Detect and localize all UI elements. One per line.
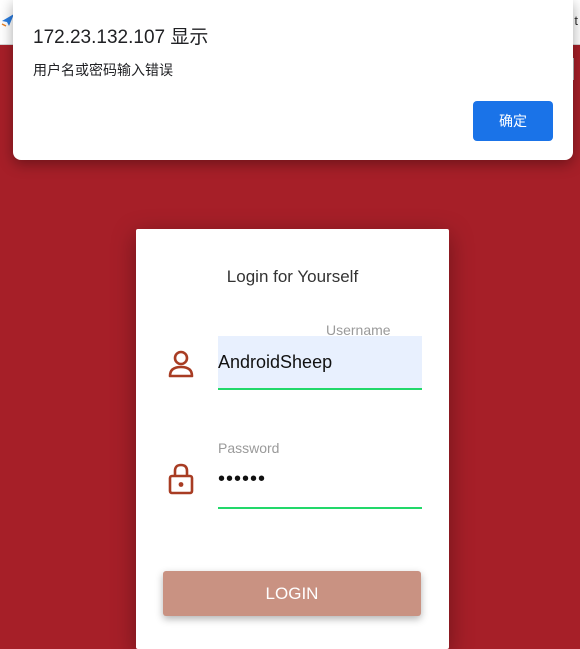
login-title: Login for Yourself	[226, 267, 359, 286]
ok-button[interactable]: 确定	[473, 101, 553, 141]
dialog-title: 172.23.132.107 显示	[33, 27, 209, 48]
username-input[interactable]: AndroidSheep	[218, 336, 422, 390]
dialog-message: 用户名或密码输入错误	[33, 62, 173, 78]
username-value: AndroidSheep	[218, 352, 333, 372]
alert-dialog: 172.23.132.107 显示 用户名或密码输入错误 确定	[13, 0, 573, 160]
login-card: Login for Yourself Username AndroidSheep…	[136, 229, 449, 649]
user-icon	[168, 350, 194, 378]
password-value: ••••••	[218, 468, 267, 490]
toolbar-text: t	[574, 13, 578, 28]
password-input[interactable]: ••••••	[218, 455, 422, 509]
password-label: Password	[218, 440, 280, 456]
divider	[573, 58, 574, 80]
lock-icon	[168, 463, 194, 495]
login-button[interactable]: LOGIN	[163, 571, 421, 616]
